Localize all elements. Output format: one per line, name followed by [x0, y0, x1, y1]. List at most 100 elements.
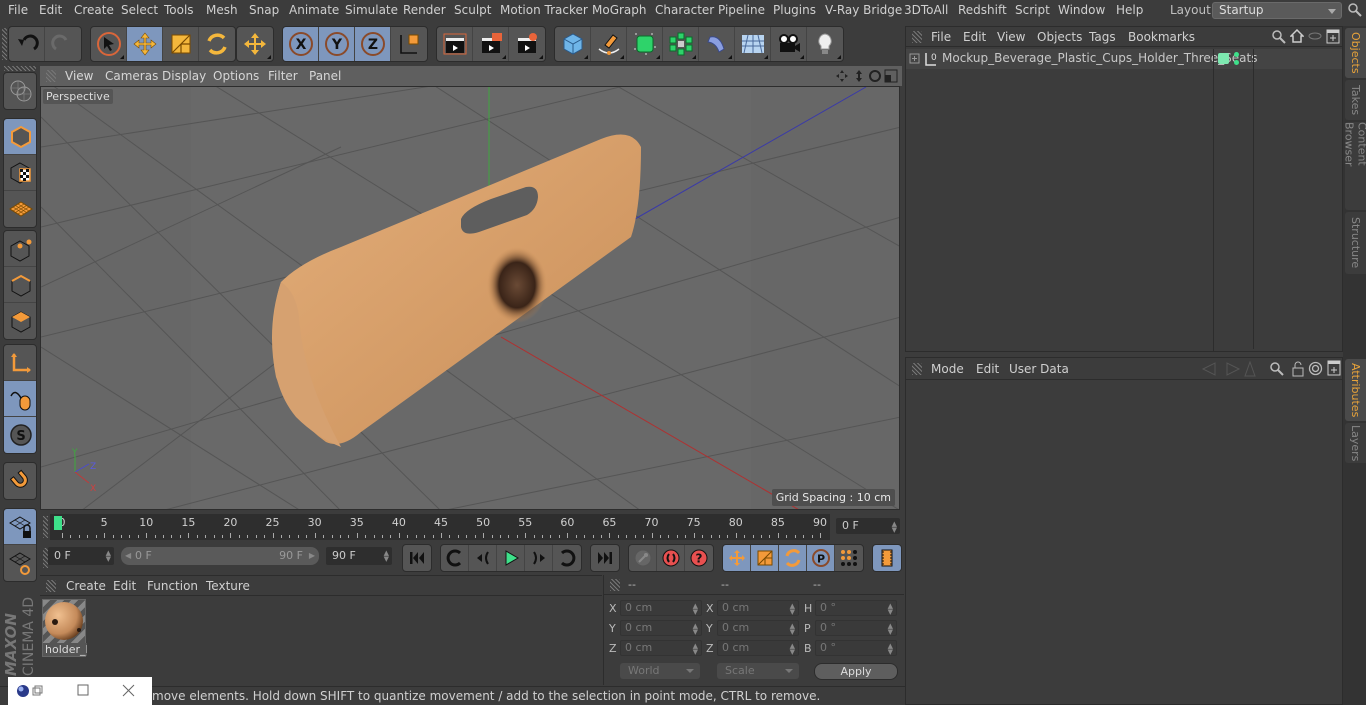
- y-axis-lock-button[interactable]: Y: [319, 27, 355, 61]
- object-name[interactable]: Mockup_Beverage_Plastic_Cups_Holder_Thre…: [942, 51, 1257, 65]
- move-tool-button[interactable]: [127, 27, 163, 61]
- solo-mode-button[interactable]: S: [4, 417, 36, 453]
- menu-mesh[interactable]: Mesh: [206, 3, 238, 17]
- menu-simulate[interactable]: Simulate: [345, 3, 398, 17]
- coordinate-system-button[interactable]: [391, 27, 427, 61]
- menu-select[interactable]: Select: [121, 3, 158, 17]
- workplane-align-button[interactable]: [4, 545, 36, 581]
- coordinate-space-dropdown[interactable]: World: [620, 663, 700, 679]
- expand-icon[interactable]: [909, 53, 921, 65]
- objects-menu-objects[interactable]: Objects: [1037, 30, 1082, 44]
- target-icon[interactable]: [1308, 361, 1323, 376]
- tab-structure[interactable]: Structure: [1345, 212, 1366, 274]
- render-picture-viewer-button[interactable]: [473, 27, 509, 61]
- object-row[interactable]: 0 Mockup_Beverage_Plastic_Cups_Holder_Th…: [906, 49, 1342, 349]
- cloner-button[interactable]: [663, 27, 699, 61]
- objects-menu-view[interactable]: View: [997, 30, 1025, 44]
- next-key-button[interactable]: [553, 545, 581, 571]
- rotation-track-button[interactable]: [779, 545, 807, 571]
- material-menu-texture[interactable]: Texture: [206, 579, 250, 593]
- scale-track-button[interactable]: [751, 545, 779, 571]
- go-to-start-button[interactable]: [403, 545, 431, 571]
- menu-snap[interactable]: Snap: [249, 3, 279, 17]
- play-button[interactable]: [497, 545, 525, 571]
- tweak-mode-button[interactable]: [4, 381, 36, 417]
- menu-create[interactable]: Create: [74, 3, 114, 17]
- edges-mode-button[interactable]: [4, 267, 36, 303]
- render-settings-button[interactable]: [509, 27, 545, 61]
- workplane-mode-button[interactable]: [4, 191, 36, 227]
- menu-animate[interactable]: Animate: [289, 3, 339, 17]
- light-button[interactable]: [807, 27, 843, 61]
- material-swatch[interactable]: holder_l: [42, 599, 87, 657]
- go-to-end-button[interactable]: [591, 545, 619, 571]
- frame-range-slider[interactable]: ◀ 0 F 90 F ▶: [121, 547, 319, 565]
- render-visibility-dot[interactable]: [1234, 60, 1239, 65]
- snap-button[interactable]: [4, 463, 36, 499]
- search-icon[interactable]: [1272, 30, 1286, 44]
- rotation-h-field[interactable]: 0 ° ▲ ▼: [815, 600, 897, 616]
- menu-vray-bridge[interactable]: V-Ray Bridge: [825, 3, 902, 17]
- pan-view-icon[interactable]: [835, 69, 849, 83]
- menu-sculpt[interactable]: Sculpt: [454, 3, 491, 17]
- bend-deformer-button[interactable]: [699, 27, 735, 61]
- new-panel-icon[interactable]: [1326, 29, 1340, 44]
- menu-character[interactable]: Character: [655, 3, 714, 17]
- objects-menu-file[interactable]: File: [931, 30, 951, 44]
- model-mode-button[interactable]: [4, 119, 36, 155]
- close-icon[interactable]: [122, 684, 135, 697]
- 3d-viewport[interactable]: Y Z X Perspective Grid Spacing : 10 cm: [40, 86, 900, 510]
- camera-label[interactable]: Perspective: [43, 89, 113, 104]
- keyframe-selection-button[interactable]: ?: [685, 545, 713, 571]
- filter-icon[interactable]: [1308, 31, 1322, 41]
- maximize-view-icon[interactable]: [884, 69, 898, 83]
- floor-button[interactable]: [735, 27, 771, 61]
- up-arrow-icon[interactable]: [1244, 361, 1256, 377]
- timeline-ruler[interactable]: 0 5 10 15 20 25 30 35 40 45 50 55 60 65 70 75 80 85 90: [50, 514, 830, 540]
- undo-button[interactable]: [9, 27, 45, 61]
- polygons-mode-button[interactable]: [4, 303, 36, 339]
- end-frame-field[interactable]: 90 F ▲ ▼: [326, 547, 392, 565]
- tab-layers[interactable]: Layers: [1345, 423, 1366, 463]
- render-view-button[interactable]: [437, 27, 473, 61]
- z-axis-lock-button[interactable]: Z: [355, 27, 391, 61]
- apply-button[interactable]: Apply: [814, 663, 898, 680]
- position-y-field[interactable]: 0 cm ▲ ▼: [620, 620, 702, 636]
- viewport-menu-panel[interactable]: Panel: [309, 69, 341, 83]
- rotation-p-field[interactable]: 0 ° ▲ ▼: [815, 620, 897, 636]
- restore-icon[interactable]: [32, 685, 44, 697]
- toolbar-grip[interactable]: [2, 28, 7, 60]
- size-y-field[interactable]: 0 cm ▲ ▼: [717, 620, 799, 636]
- maximize-icon[interactable]: [77, 684, 90, 697]
- live-selection-button[interactable]: [91, 27, 127, 61]
- menu-render[interactable]: Render: [403, 3, 446, 17]
- menu-window[interactable]: Window: [1058, 3, 1105, 17]
- next-frame-button[interactable]: [525, 545, 553, 571]
- range-left-arrow-icon[interactable]: ◀: [125, 547, 131, 565]
- size-x-field[interactable]: 0 cm ▲ ▼: [717, 600, 799, 616]
- tab-content-browser[interactable]: Content Browser: [1343, 122, 1366, 210]
- coordinate-mode-dropdown[interactable]: Scale: [717, 663, 799, 679]
- editor-visibility-dot[interactable]: [1234, 52, 1239, 57]
- texture-mode-button[interactable]: [4, 155, 36, 191]
- start-frame-field[interactable]: 0 F ▲ ▼: [48, 547, 114, 565]
- subdivision-surface-button[interactable]: [627, 27, 663, 61]
- home-icon[interactable]: [1290, 29, 1304, 43]
- size-z-field[interactable]: 0 cm ▲ ▼: [717, 640, 799, 656]
- make-editable-button[interactable]: [4, 73, 36, 109]
- material-menu-edit[interactable]: Edit: [113, 579, 136, 593]
- previous-frame-button[interactable]: [469, 545, 497, 571]
- attributes-menu-mode[interactable]: Mode: [931, 362, 964, 376]
- menu-help[interactable]: Help: [1116, 3, 1143, 17]
- viewport-menu-view[interactable]: View: [65, 69, 93, 83]
- rotate-tool-button[interactable]: [199, 27, 235, 61]
- layout-dropdown[interactable]: Startup: [1212, 2, 1342, 19]
- scale-tool-button[interactable]: [163, 27, 199, 61]
- point-level-animation-button[interactable]: [835, 545, 863, 571]
- objects-menu-bookmarks[interactable]: Bookmarks: [1128, 30, 1195, 44]
- menu-tools[interactable]: Tools: [164, 3, 194, 17]
- objects-menu-tags[interactable]: Tags: [1089, 30, 1116, 44]
- rotate-view-icon[interactable]: [868, 69, 882, 83]
- search-icon[interactable]: [1270, 362, 1284, 376]
- range-right-arrow-icon[interactable]: ▶: [309, 547, 315, 565]
